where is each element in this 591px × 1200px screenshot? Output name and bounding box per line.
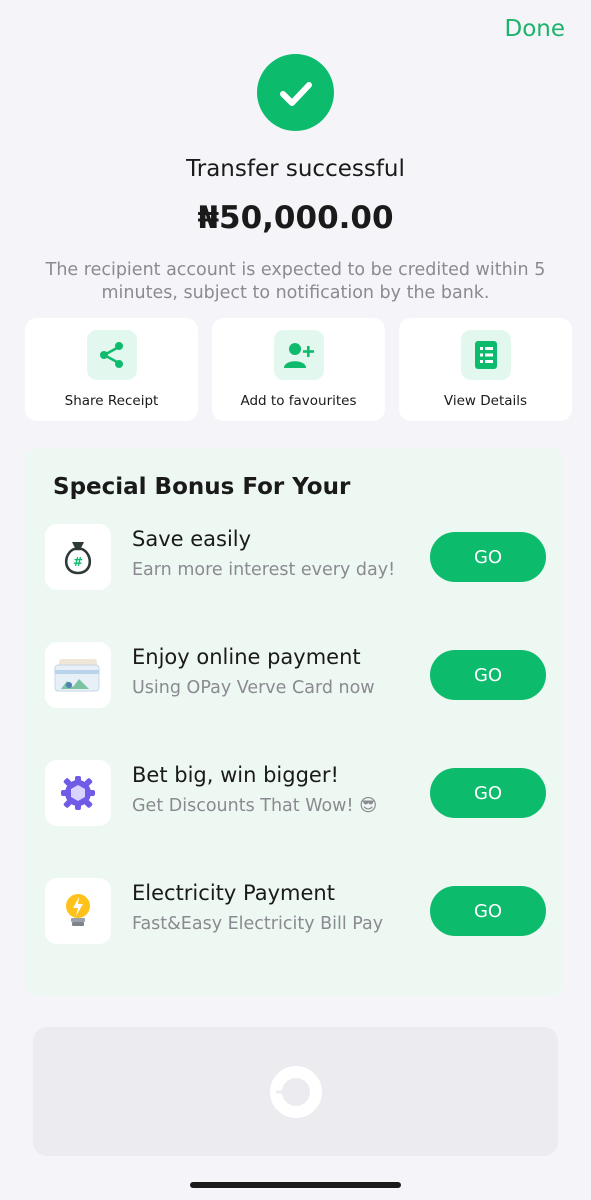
status-title: Transfer successful: [186, 156, 405, 182]
share-icon: [86, 330, 137, 380]
gear-icon: [45, 760, 111, 826]
bonus-title: Special Bonus For Your: [53, 474, 351, 500]
home-indicator[interactable]: [190, 1182, 401, 1188]
bonus-item-bet: Bet big, win bigger! Get Discounts That …: [45, 760, 546, 826]
action-label: Share Receipt: [64, 393, 159, 409]
special-bonus-panel: Special Bonus For Your # Save easily Ear…: [25, 448, 564, 996]
bonus-item-name: Electricity Payment: [132, 881, 335, 905]
add-user-icon: [273, 330, 324, 380]
bonus-item-online-payment: Enjoy online payment Using OPay Verve Ca…: [45, 642, 546, 708]
bonus-item-name: Save easily: [132, 527, 252, 551]
transfer-amount: ₦50,000.00: [197, 200, 394, 236]
bet-go-button[interactable]: GO: [430, 768, 546, 818]
view-details-button[interactable]: View Details: [399, 318, 572, 421]
card-icon: [45, 642, 111, 708]
credit-note: The recipient account is expected to be …: [45, 260, 546, 303]
bonus-item-name: Bet big, win bigger!: [132, 763, 339, 787]
bonus-item-save-easily: # Save easily Earn more interest every d…: [45, 524, 546, 590]
bonus-item-subtitle: Using OPay Verve Card now: [132, 678, 375, 698]
bonus-item-subtitle: Fast&Easy Electricity Bill Pay: [132, 914, 384, 934]
lightbulb-icon: [45, 878, 111, 944]
bonus-item-subtitle: Get Discounts That Wow! 😎: [132, 796, 378, 816]
svg-text:#: #: [73, 555, 83, 569]
electricity-go-button[interactable]: GO: [430, 886, 546, 936]
ad-placeholder: [33, 1027, 558, 1156]
loading-spinner-icon: [269, 1065, 322, 1118]
bonus-item-electricity: Electricity Payment Fast&Easy Electricit…: [45, 878, 546, 944]
add-to-favourites-button[interactable]: Add to favourites: [212, 318, 385, 421]
done-button[interactable]: Done: [504, 16, 565, 42]
bonus-item-subtitle: Earn more interest every day!: [132, 560, 396, 580]
action-label: View Details: [443, 393, 528, 409]
document-icon: [460, 330, 511, 380]
save-easily-go-button[interactable]: GO: [430, 532, 546, 582]
online-payment-go-button[interactable]: GO: [430, 650, 546, 700]
success-check-icon: [257, 54, 334, 131]
bonus-item-name: Enjoy online payment: [132, 645, 361, 669]
money-bag-icon: #: [45, 524, 111, 590]
action-row: Share Receipt Add to favourites View Det…: [25, 318, 572, 421]
action-label: Add to favourites: [240, 393, 357, 409]
share-receipt-button[interactable]: Share Receipt: [25, 318, 198, 421]
